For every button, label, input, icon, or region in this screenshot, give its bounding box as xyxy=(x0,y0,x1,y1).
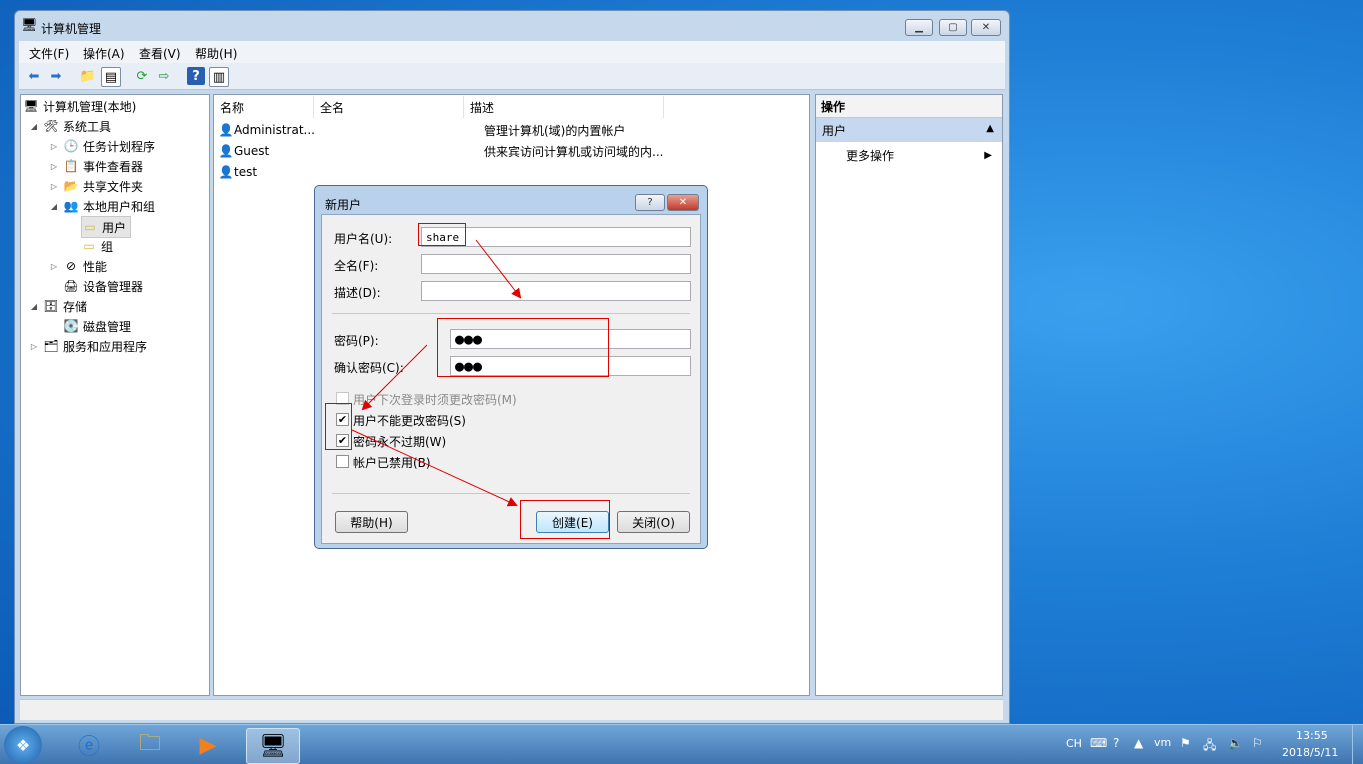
taskbar: ❖ ⓔ 🗀 ▶ 🖥 CH ⌨ ? ▲ vm ⚑ 🖧 🔈 ⚐ 13:55 2018… xyxy=(0,724,1363,764)
start-button[interactable]: ❖ xyxy=(4,726,42,764)
vmware-tray-icon[interactable]: vm xyxy=(1154,736,1171,749)
notification-arrow-icon[interactable]: ▲ xyxy=(1134,736,1143,750)
annotation-arrows xyxy=(351,239,522,507)
clock-time[interactable]: 13:55 xyxy=(1296,729,1328,742)
media-player-icon[interactable]: ▶ xyxy=(182,728,234,762)
clock-date[interactable]: 2018/5/11 xyxy=(1282,746,1338,759)
arrow-checkboxes-to-create xyxy=(351,429,518,507)
language-indicator[interactable]: CH xyxy=(1066,737,1082,750)
keyboard-icon[interactable]: ⌨ xyxy=(1090,736,1107,750)
security-tray-icon[interactable]: ⚑ xyxy=(1180,736,1191,750)
internet-explorer-icon[interactable]: ⓔ xyxy=(63,728,115,762)
volume-icon[interactable]: 🔈 xyxy=(1228,736,1243,750)
arrow-password-to-checkboxes xyxy=(361,344,428,411)
help-tray-icon[interactable]: ? xyxy=(1113,736,1119,750)
show-desktop-button[interactable] xyxy=(1352,725,1363,764)
file-explorer-icon[interactable]: 🗀 xyxy=(124,728,176,762)
arrow-username-to-password xyxy=(475,239,522,299)
network-icon[interactable]: 🖧 xyxy=(1203,736,1216,757)
action-center-icon[interactable]: ⚐ xyxy=(1252,736,1263,750)
computer-management-taskbar-icon[interactable]: 🖥 xyxy=(246,728,300,764)
